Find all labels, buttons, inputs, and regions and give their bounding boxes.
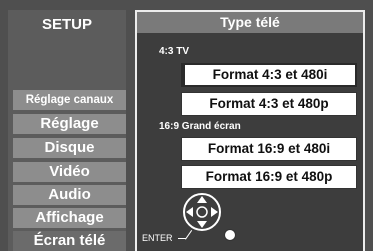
tv-type-panel: Type télé 4:3 TV Format 4:3 et 480i Form… bbox=[135, 10, 365, 251]
sidebar-item-audio[interactable]: Audio bbox=[13, 185, 126, 205]
option-4-3-480i[interactable]: Format 4:3 et 480i bbox=[181, 63, 357, 87]
enter-label: ENTER bbox=[142, 233, 173, 243]
sidebar-item-video[interactable]: Vidéo bbox=[13, 162, 126, 182]
option-16-9-480i[interactable]: Format 16:9 et 480i bbox=[181, 137, 357, 161]
sidebar-item-reglage[interactable]: Réglage bbox=[13, 114, 126, 134]
sidebar-item-ecran-tele[interactable]: Écran télé bbox=[13, 231, 126, 251]
sidebar-item-affichage[interactable]: Affichage bbox=[13, 208, 126, 228]
enter-button-icon bbox=[224, 229, 236, 241]
panel-title: Type télé bbox=[137, 12, 363, 33]
sidebar-item-disque[interactable]: Disque bbox=[13, 138, 126, 158]
setup-sidebar: SETUP Réglage canaux Réglage Disque Vidé… bbox=[8, 10, 126, 251]
dpad-icon bbox=[183, 193, 221, 231]
sidebar-item-reglage-canaux[interactable]: Réglage canaux bbox=[13, 90, 126, 110]
section-label-4-3: 4:3 TV bbox=[159, 46, 190, 57]
section-label-16-9: 16:9 Grand écran bbox=[159, 121, 241, 132]
setup-title: SETUP bbox=[41, 16, 92, 33]
option-16-9-480p[interactable]: Format 16:9 et 480p bbox=[181, 165, 357, 189]
option-4-3-480p[interactable]: Format 4:3 et 480p bbox=[181, 92, 357, 116]
